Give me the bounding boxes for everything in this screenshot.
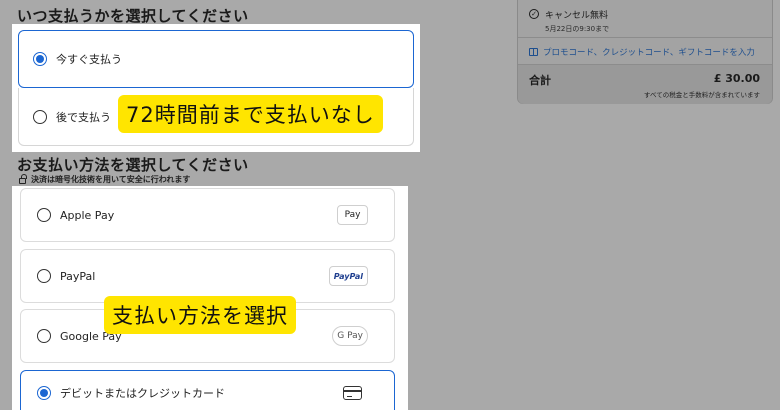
when-to-pay-title: いつ支払うかを選択してください [17, 7, 249, 25]
divider [518, 37, 772, 38]
pay-later-caption: 72時間前まで支払いなし [118, 95, 383, 133]
paypal-label: PayPal [60, 269, 96, 283]
check-circle-icon: ✓ [529, 9, 539, 19]
free-cancellation: ✓ キャンセル無料 5月22日の9:30まで [518, 8, 772, 34]
pay-now-option[interactable]: 今すぐ支払う [18, 30, 414, 88]
apple-pay-radio[interactable] [37, 208, 51, 222]
credit-card-radio[interactable] [37, 386, 51, 400]
pay-later-radio[interactable] [33, 109, 47, 124]
method-paypal[interactable]: PayPal PayPal [20, 249, 395, 303]
gift-icon [529, 48, 538, 56]
credit-card-icon [343, 386, 362, 400]
method-credit-card[interactable]: デビットまたはクレジットカード [20, 370, 395, 410]
order-summary-card: ✓ キャンセル無料 5月22日の9:30まで プロモコード、クレジットコード、ギ… [517, 0, 773, 104]
method-apple-pay[interactable]: Apple Pay Pay [20, 188, 395, 242]
choose-method-caption: 支払い方法を選択 [104, 296, 296, 334]
google-pay-radio[interactable] [37, 329, 51, 343]
paypal-radio[interactable] [37, 269, 51, 283]
total-amount: £ 30.00 [713, 72, 760, 85]
apple-pay-label: Apple Pay [60, 208, 115, 222]
total-block: 合計 £ 30.00 すべての税金と手数料が含まれています [518, 64, 772, 104]
secure-note-text: 決済は暗号化技術を用いて安全に行われます [31, 175, 191, 184]
promo-code-label[interactable]: プロモコード、クレジットコード、ギフトコードを入力 [543, 46, 755, 58]
secure-note: 決済は暗号化技術を用いて安全に行われます [19, 174, 190, 185]
cancel-title: キャンセル無料 [545, 11, 609, 21]
tax-note: すべての税金と手数料が含まれています [643, 91, 760, 99]
total-label: 合計 [529, 74, 551, 87]
promo-code-link[interactable]: プロモコード、クレジットコード、ギフトコードを入力 [518, 46, 772, 58]
paypal-icon: PayPal [328, 266, 368, 286]
cancel-deadline: 5月22日の9:30まで [545, 25, 610, 33]
pay-now-radio[interactable] [33, 52, 47, 66]
lock-icon [19, 174, 27, 184]
payment-method-title: お支払い方法を選択してください [17, 156, 249, 174]
pay-now-label: 今すぐ支払う [56, 53, 122, 66]
pay-later-label: 後で支払う [56, 110, 111, 124]
credit-card-label: デビットまたはクレジットカード [60, 387, 225, 400]
google-pay-icon: G Pay [332, 326, 368, 346]
apple-pay-icon: Pay [337, 205, 368, 225]
